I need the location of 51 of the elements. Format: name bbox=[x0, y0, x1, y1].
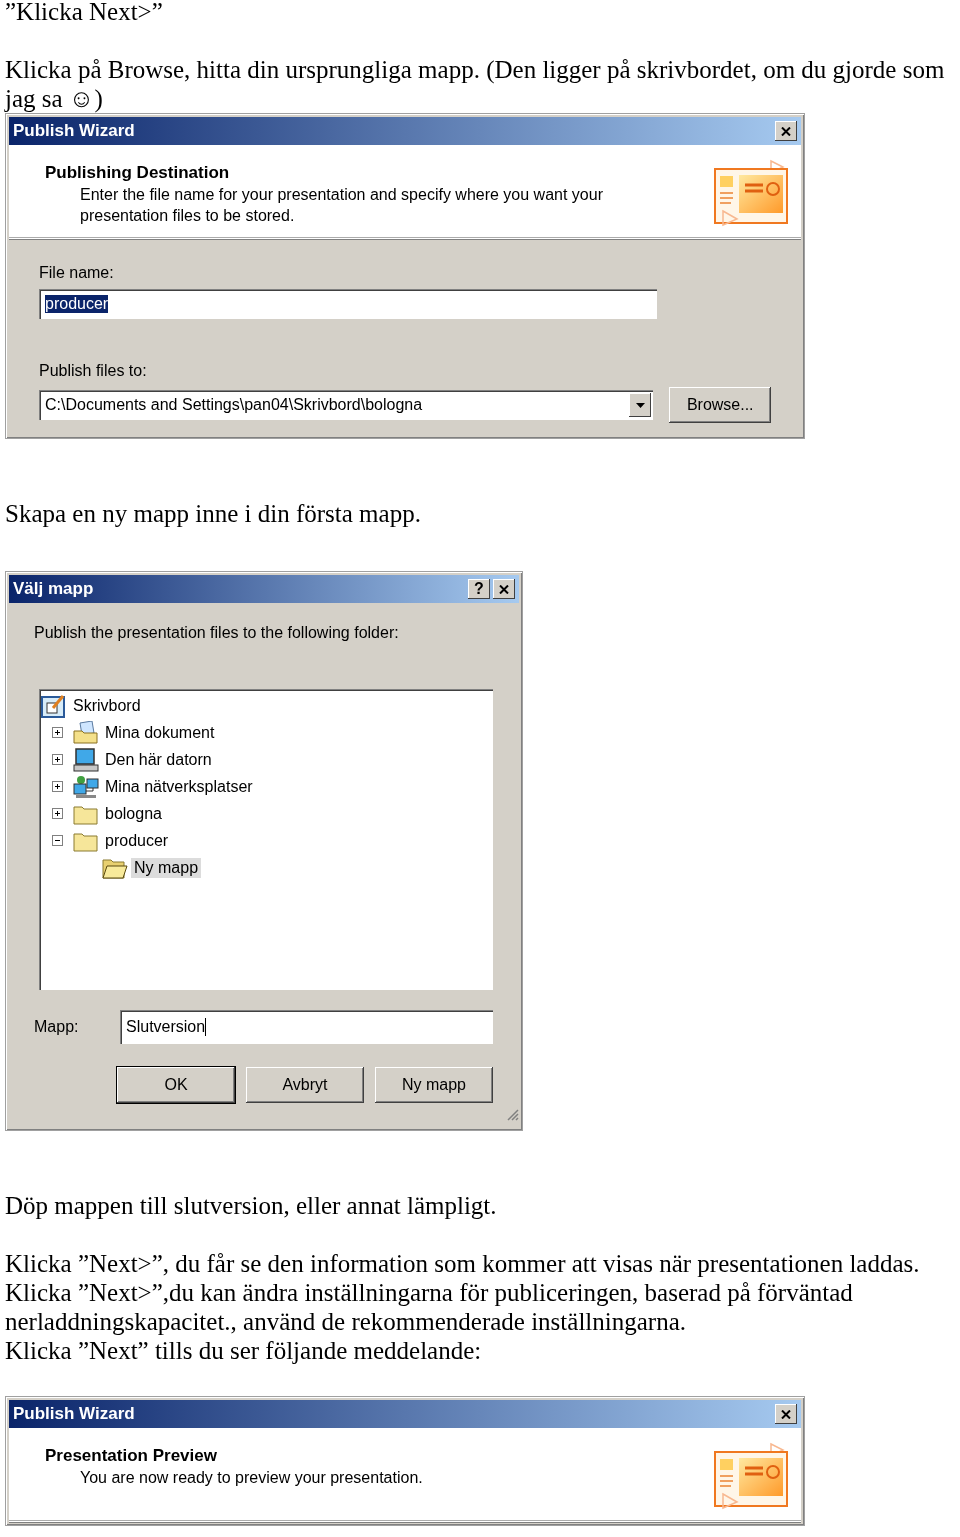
step-description: Enter the file name for your presentation and specify where you want your presentation files to be stored. bbox=[79, 185, 604, 226]
network-icon bbox=[73, 774, 99, 799]
expand-icon[interactable] bbox=[52, 808, 63, 819]
dialog-prompt: Publish the presentation files to the following folder: bbox=[33, 623, 400, 643]
dialog-button[interactable]: OK bbox=[117, 1067, 235, 1103]
expand-icon[interactable] bbox=[52, 754, 63, 765]
expand-icon[interactable] bbox=[52, 727, 63, 738]
step-heading: Publishing Destination bbox=[45, 162, 231, 184]
instruction-text: Klicka ”Next” tills du ser följande meddelande: bbox=[5, 1336, 483, 1365]
folder-combo-box[interactable]: C:\Documents and Settings\pan04\Skrivbord\bologna bbox=[39, 390, 654, 420]
instruction-text: Klicka ”Next>”, du får se den information som kommer att visas när presentationen laddas. bbox=[5, 1249, 921, 1278]
tree-item[interactable]: Mina nätverksplatser bbox=[102, 776, 256, 797]
instruction-text: Skapa en ny mapp inne i din första mapp. bbox=[5, 499, 422, 528]
close-button[interactable] bbox=[493, 579, 515, 599]
window-title: Publish Wizard bbox=[13, 1404, 136, 1424]
step-heading: Presentation Preview bbox=[45, 1445, 218, 1467]
expand-icon[interactable] bbox=[52, 781, 63, 792]
instruction-text: Döp mappen till slutversion, eller annat lämpligt. bbox=[5, 1191, 498, 1220]
close-button[interactable] bbox=[775, 1404, 797, 1424]
computer-icon bbox=[73, 747, 99, 772]
close-icon[interactable] bbox=[781, 1409, 791, 1419]
step-description: You are now ready to preview your presentation. bbox=[79, 1468, 424, 1488]
folder-name-field[interactable]: Slutversion bbox=[120, 1010, 493, 1044]
help-button[interactable]: ? bbox=[468, 579, 490, 599]
instruction-text: Klicka på Browse, hitta din ursprungliga mapp. (Den ligger på skrivbordet, om du gjorde som jag sa ☺) bbox=[5, 55, 946, 113]
tree-item[interactable]: producer bbox=[102, 830, 172, 851]
field-label: Mapp: bbox=[34, 1018, 80, 1036]
document-folder-icon bbox=[73, 720, 99, 745]
close-button[interactable] bbox=[775, 121, 797, 141]
tree-item[interactable]: Ny mapp bbox=[131, 857, 202, 878]
field-label: Publish files to: bbox=[39, 361, 148, 381]
tree-item[interactable]: Den här datorn bbox=[102, 749, 215, 770]
presentation-icon bbox=[713, 159, 789, 227]
file-name-field[interactable]: producer bbox=[39, 289, 657, 319]
dropdown-icon[interactable] bbox=[629, 393, 652, 417]
field-label: File name: bbox=[39, 263, 115, 283]
window-title: Välj mapp bbox=[13, 579, 95, 599]
tree-item[interactable]: bologna bbox=[102, 803, 165, 824]
browse-button[interactable]: Browse... bbox=[669, 387, 771, 423]
instruction-text: ”Klicka Next>” bbox=[5, 0, 164, 26]
dialog-button[interactable]: Ny mapp bbox=[375, 1067, 493, 1103]
close-icon[interactable] bbox=[499, 584, 509, 594]
resize-grip-icon[interactable] bbox=[505, 1107, 519, 1121]
dialog-button[interactable]: Avbryt bbox=[246, 1067, 364, 1103]
window-title: Publish Wizard bbox=[13, 121, 136, 141]
presentation-icon bbox=[713, 1442, 789, 1510]
instruction-text: Klicka ”Next>”,du kan ändra inställningarna för publiceringen, baserad på förväntad nerladdningskapacitet., använd de rekommenderade inställningarna. bbox=[5, 1278, 854, 1336]
tree-item[interactable]: Skrivbord bbox=[70, 695, 144, 716]
tree-item[interactable]: Mina dokument bbox=[102, 722, 218, 743]
collapse-icon[interactable] bbox=[52, 835, 63, 846]
close-icon[interactable] bbox=[781, 126, 791, 136]
